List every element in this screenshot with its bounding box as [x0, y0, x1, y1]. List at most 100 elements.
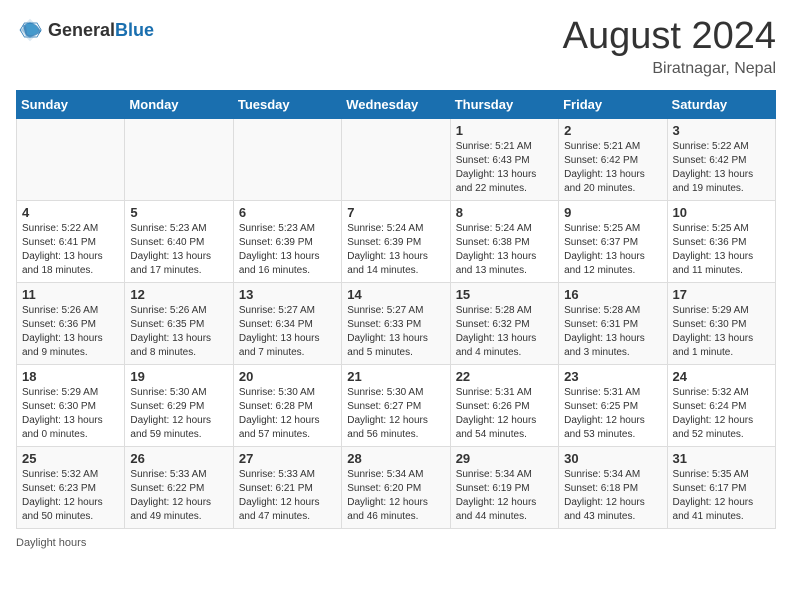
- calendar-cell: 19 Sunrise: 5:30 AM Sunset: 6:29 PM Dayli…: [125, 364, 233, 446]
- day-info: Sunrise: 5:35 AM Sunset: 6:17 PM Dayligh…: [673, 468, 770, 524]
- calendar-cell: [125, 118, 233, 200]
- day-number: 15: [456, 287, 553, 302]
- day-info: Sunrise: 5:28 AM Sunset: 6:31 PM Dayligh…: [564, 304, 661, 360]
- calendar-weekday-sunday: Sunday: [17, 90, 125, 118]
- day-number: 8: [456, 205, 553, 220]
- day-info: Sunrise: 5:23 AM Sunset: 6:40 PM Dayligh…: [130, 222, 227, 278]
- day-info: Sunrise: 5:31 AM Sunset: 6:26 PM Dayligh…: [456, 386, 553, 442]
- day-number: 17: [673, 287, 770, 302]
- day-info: Sunrise: 5:29 AM Sunset: 6:30 PM Dayligh…: [22, 386, 119, 442]
- day-number: 3: [673, 123, 770, 138]
- day-number: 14: [347, 287, 444, 302]
- logo-icon: [16, 16, 44, 44]
- day-info: Sunrise: 5:27 AM Sunset: 6:34 PM Dayligh…: [239, 304, 336, 360]
- day-number: 18: [22, 369, 119, 384]
- title-block: August 2024 Biratnagar, Nepal: [563, 16, 776, 78]
- day-info: Sunrise: 5:25 AM Sunset: 6:37 PM Dayligh…: [564, 222, 661, 278]
- day-info: Sunrise: 5:34 AM Sunset: 6:19 PM Dayligh…: [456, 468, 553, 524]
- calendar-cell: 29 Sunrise: 5:34 AM Sunset: 6:19 PM Dayli…: [450, 446, 558, 528]
- calendar-cell: 2Sunrise: 5:21 AM Sunset: 6:42 PM Daylig…: [559, 118, 667, 200]
- calendar-cell: 5 Sunrise: 5:23 AM Sunset: 6:40 PM Daylig…: [125, 200, 233, 282]
- day-number: 7: [347, 205, 444, 220]
- calendar-cell: 28 Sunrise: 5:34 AM Sunset: 6:20 PM Dayli…: [342, 446, 450, 528]
- day-number: 21: [347, 369, 444, 384]
- day-number: 22: [456, 369, 553, 384]
- day-number: 25: [22, 451, 119, 466]
- day-info: Sunrise: 5:26 AM Sunset: 6:36 PM Dayligh…: [22, 304, 119, 360]
- footer: Daylight hours: [16, 537, 776, 549]
- day-info: Sunrise: 5:23 AM Sunset: 6:39 PM Dayligh…: [239, 222, 336, 278]
- calendar-cell: 4Sunrise: 5:22 AM Sunset: 6:41 PM Daylig…: [17, 200, 125, 282]
- day-info: Sunrise: 5:24 AM Sunset: 6:39 PM Dayligh…: [347, 222, 444, 278]
- calendar-cell: 20 Sunrise: 5:30 AM Sunset: 6:28 PM Dayli…: [233, 364, 341, 446]
- day-info: Sunrise: 5:34 AM Sunset: 6:20 PM Dayligh…: [347, 468, 444, 524]
- day-number: 11: [22, 287, 119, 302]
- day-info: Sunrise: 5:31 AM Sunset: 6:25 PM Dayligh…: [564, 386, 661, 442]
- day-info: Sunrise: 5:22 AM Sunset: 6:42 PM Dayligh…: [673, 140, 770, 196]
- calendar-cell: 31 Sunrise: 5:35 AM Sunset: 6:17 PM Dayli…: [667, 446, 775, 528]
- calendar-cell: 8Sunrise: 5:24 AM Sunset: 6:38 PM Daylig…: [450, 200, 558, 282]
- day-number: 31: [673, 451, 770, 466]
- day-number: 28: [347, 451, 444, 466]
- page-header: GeneralBlue August 2024 Biratnagar, Nepa…: [16, 16, 776, 78]
- calendar-table: SundayMondayTuesdayWednesdayThursdayFrid…: [16, 90, 776, 529]
- day-number: 10: [673, 205, 770, 220]
- logo-blue: Blue: [115, 20, 154, 40]
- calendar-cell: 11 Sunrise: 5:26 AM Sunset: 6:36 PM Dayli…: [17, 282, 125, 364]
- day-info: Sunrise: 5:27 AM Sunset: 6:33 PM Dayligh…: [347, 304, 444, 360]
- day-info: Sunrise: 5:30 AM Sunset: 6:28 PM Dayligh…: [239, 386, 336, 442]
- footer-label: Daylight hours: [16, 537, 86, 549]
- calendar-cell: [17, 118, 125, 200]
- location-subtitle: Biratnagar, Nepal: [563, 60, 776, 78]
- day-info: Sunrise: 5:22 AM Sunset: 6:41 PM Dayligh…: [22, 222, 119, 278]
- calendar-cell: 10 Sunrise: 5:25 AM Sunset: 6:36 PM Dayli…: [667, 200, 775, 282]
- day-info: Sunrise: 5:30 AM Sunset: 6:29 PM Dayligh…: [130, 386, 227, 442]
- calendar-weekday-saturday: Saturday: [667, 90, 775, 118]
- day-number: 13: [239, 287, 336, 302]
- calendar-cell: 15Sunrise: 5:28 AM Sunset: 6:32 PM Dayli…: [450, 282, 558, 364]
- day-number: 12: [130, 287, 227, 302]
- calendar-cell: 16Sunrise: 5:28 AM Sunset: 6:31 PM Dayli…: [559, 282, 667, 364]
- day-number: 30: [564, 451, 661, 466]
- calendar-cell: 30 Sunrise: 5:34 AM Sunset: 6:18 PM Dayli…: [559, 446, 667, 528]
- day-info: Sunrise: 5:33 AM Sunset: 6:21 PM Dayligh…: [239, 468, 336, 524]
- day-number: 29: [456, 451, 553, 466]
- calendar-cell: 21 Sunrise: 5:30 AM Sunset: 6:27 PM Dayli…: [342, 364, 450, 446]
- calendar-weekday-wednesday: Wednesday: [342, 90, 450, 118]
- day-number: 23: [564, 369, 661, 384]
- calendar-week-row: 25 Sunrise: 5:32 AM Sunset: 6:23 PM Dayli…: [17, 446, 776, 528]
- calendar-week-row: 11 Sunrise: 5:26 AM Sunset: 6:36 PM Dayli…: [17, 282, 776, 364]
- day-info: Sunrise: 5:30 AM Sunset: 6:27 PM Dayligh…: [347, 386, 444, 442]
- day-info: Sunrise: 5:29 AM Sunset: 6:30 PM Dayligh…: [673, 304, 770, 360]
- day-number: 27: [239, 451, 336, 466]
- logo-text: GeneralBlue: [48, 20, 154, 41]
- day-info: Sunrise: 5:21 AM Sunset: 6:43 PM Dayligh…: [456, 140, 553, 196]
- day-number: 6: [239, 205, 336, 220]
- calendar-cell: 3 Sunrise: 5:22 AM Sunset: 6:42 PM Daylig…: [667, 118, 775, 200]
- day-info: Sunrise: 5:26 AM Sunset: 6:35 PM Dayligh…: [130, 304, 227, 360]
- calendar-week-row: 1Sunrise: 5:21 AM Sunset: 6:43 PM Daylig…: [17, 118, 776, 200]
- day-number: 20: [239, 369, 336, 384]
- calendar-weekday-thursday: Thursday: [450, 90, 558, 118]
- calendar-cell: 7 Sunrise: 5:24 AM Sunset: 6:39 PM Daylig…: [342, 200, 450, 282]
- calendar-header-row: SundayMondayTuesdayWednesdayThursdayFrid…: [17, 90, 776, 118]
- calendar-cell: 27 Sunrise: 5:33 AM Sunset: 6:21 PM Dayli…: [233, 446, 341, 528]
- calendar-weekday-friday: Friday: [559, 90, 667, 118]
- calendar-weekday-tuesday: Tuesday: [233, 90, 341, 118]
- day-number: 5: [130, 205, 227, 220]
- calendar-weekday-monday: Monday: [125, 90, 233, 118]
- day-info: Sunrise: 5:34 AM Sunset: 6:18 PM Dayligh…: [564, 468, 661, 524]
- day-info: Sunrise: 5:32 AM Sunset: 6:23 PM Dayligh…: [22, 468, 119, 524]
- calendar-cell: [342, 118, 450, 200]
- day-number: 26: [130, 451, 227, 466]
- day-number: 2: [564, 123, 661, 138]
- calendar-week-row: 4Sunrise: 5:22 AM Sunset: 6:41 PM Daylig…: [17, 200, 776, 282]
- calendar-cell: [233, 118, 341, 200]
- day-info: Sunrise: 5:25 AM Sunset: 6:36 PM Dayligh…: [673, 222, 770, 278]
- calendar-cell: 25 Sunrise: 5:32 AM Sunset: 6:23 PM Dayli…: [17, 446, 125, 528]
- calendar-cell: 14 Sunrise: 5:27 AM Sunset: 6:33 PM Dayli…: [342, 282, 450, 364]
- calendar-cell: 22 Sunrise: 5:31 AM Sunset: 6:26 PM Dayli…: [450, 364, 558, 446]
- day-number: 19: [130, 369, 227, 384]
- logo: GeneralBlue: [16, 16, 154, 44]
- calendar-cell: 9Sunrise: 5:25 AM Sunset: 6:37 PM Daylig…: [559, 200, 667, 282]
